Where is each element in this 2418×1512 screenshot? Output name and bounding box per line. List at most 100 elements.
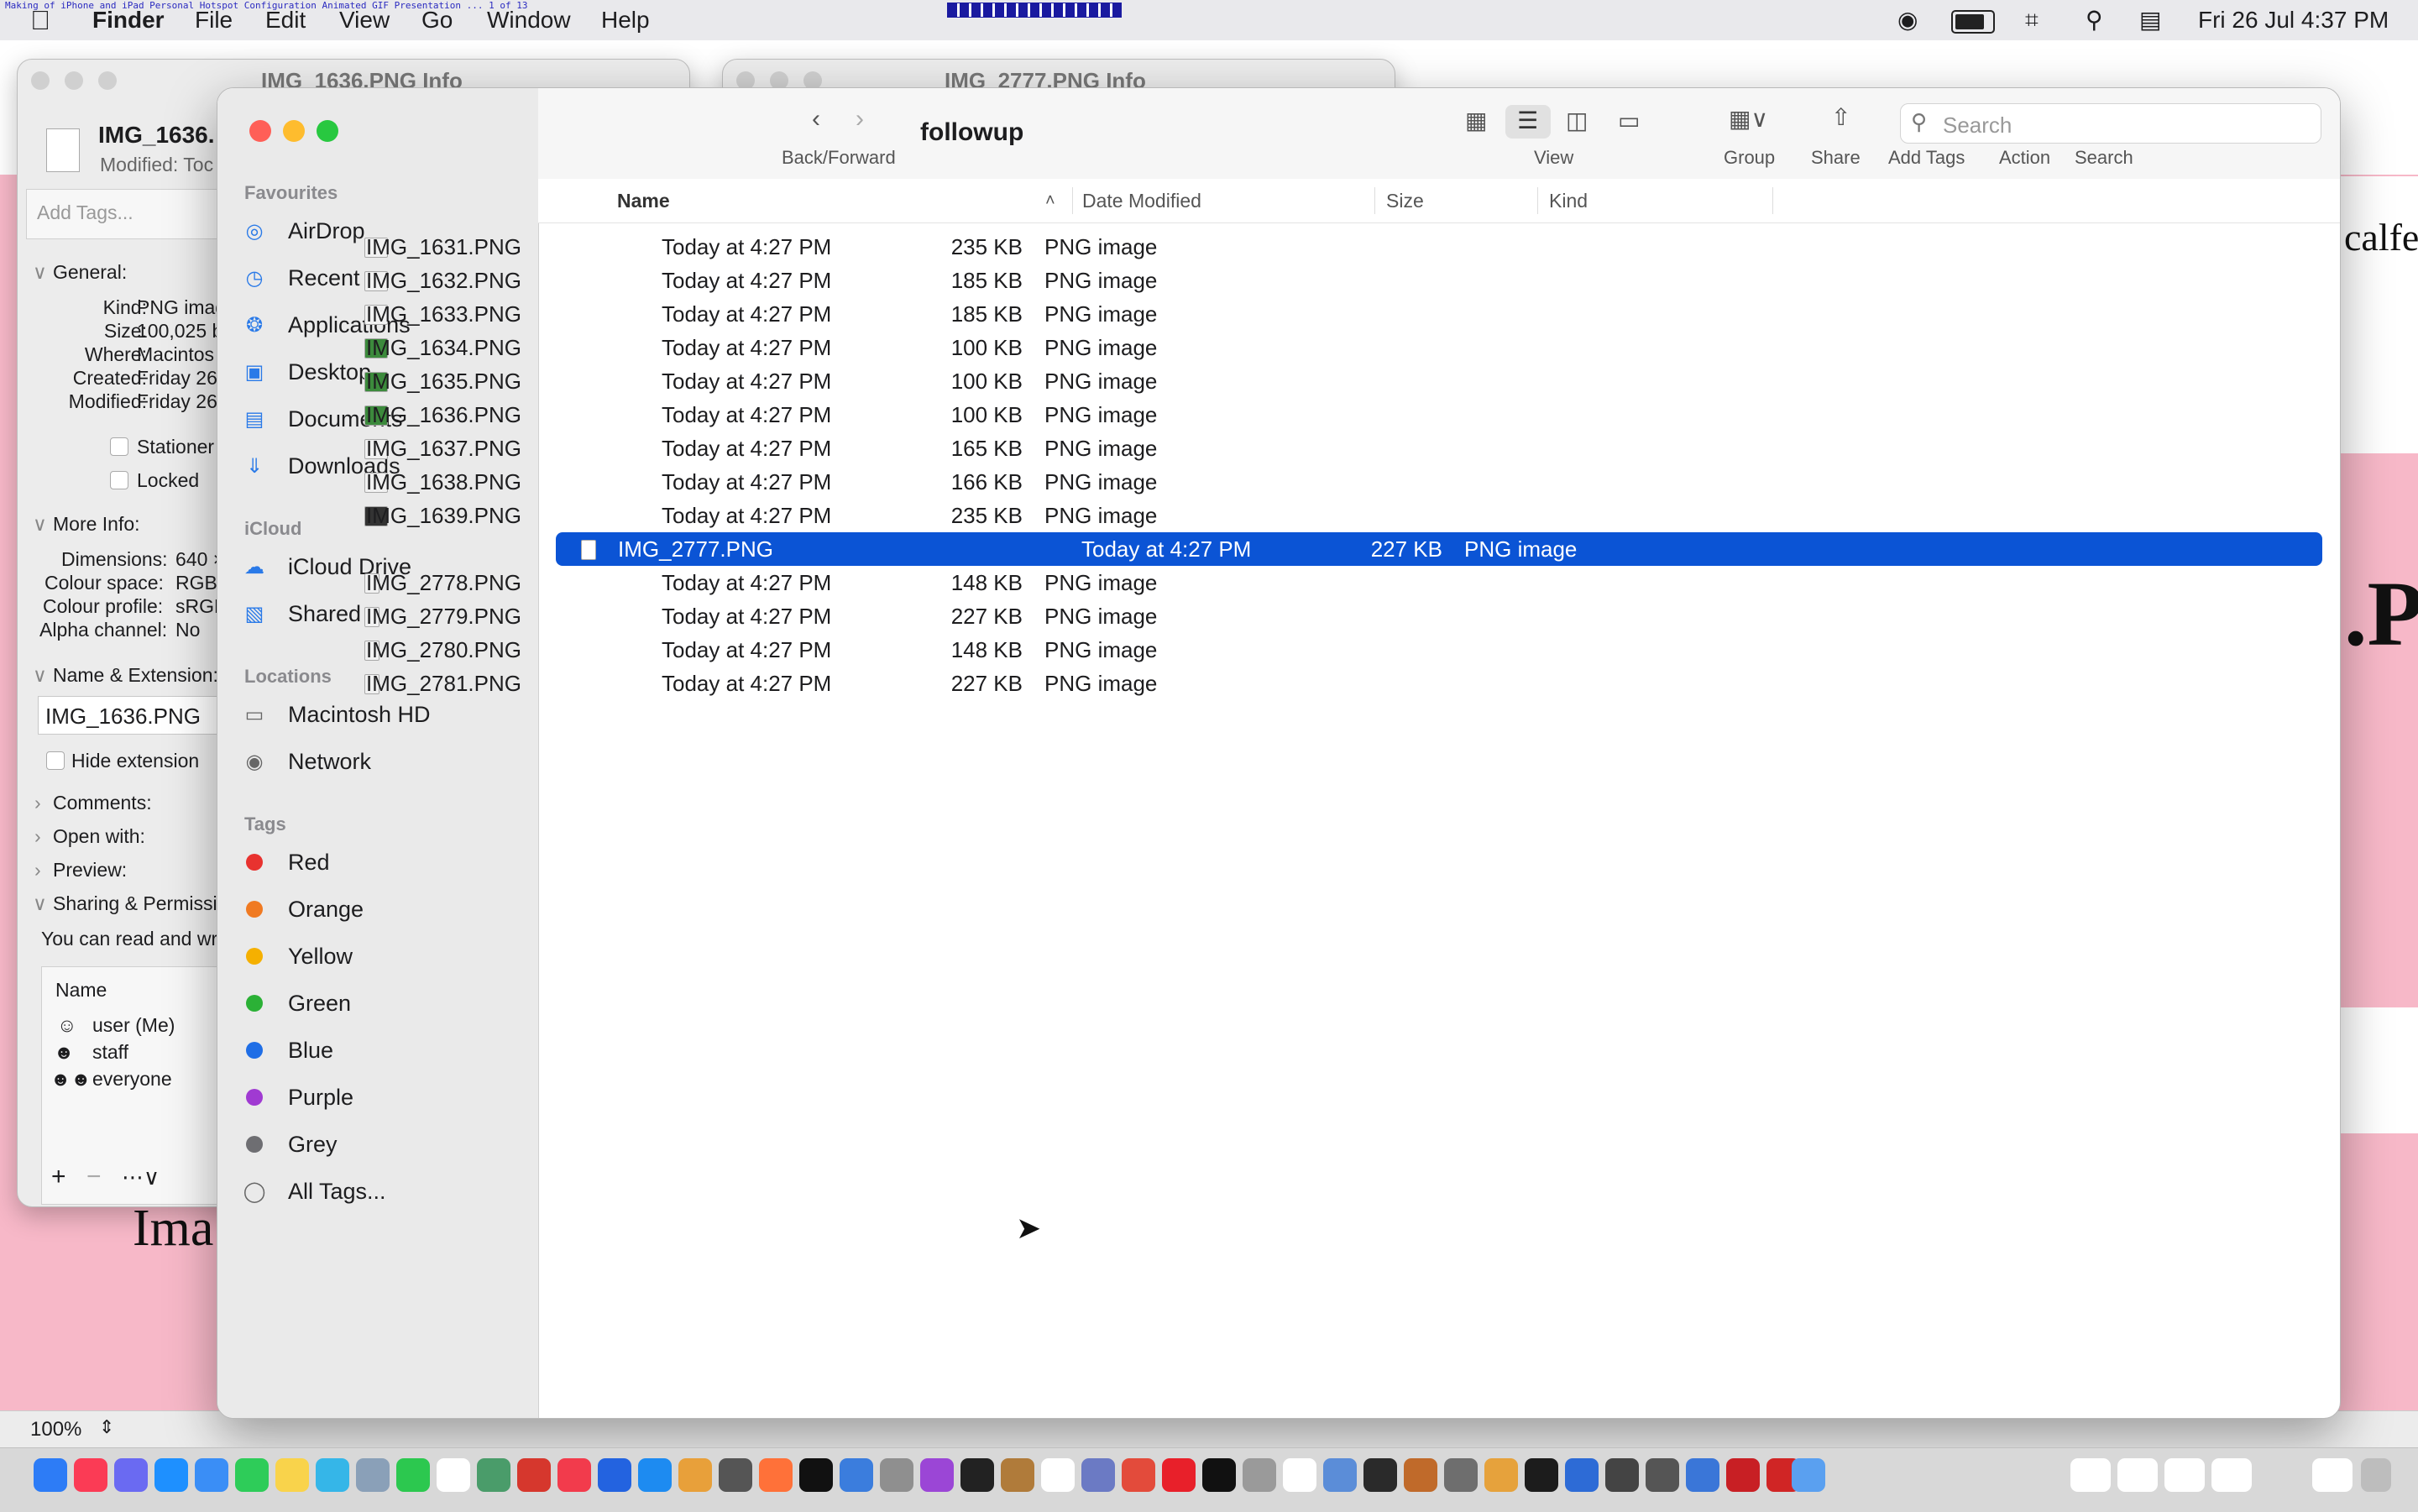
zoom-level[interactable]: 100%: [30, 1418, 81, 1441]
table-row[interactable]: IMG_1637.PNG Today at 4:27 PM 165 KB PNG im…: [339, 432, 2106, 465]
open-with-section-header[interactable]: Open with:: [53, 825, 145, 848]
disclosure-icon[interactable]: ∨: [33, 892, 47, 915]
table-row[interactable]: IMG_1639.PNG Today at 4:27 PM 235 KB PNG im…: [339, 499, 2106, 532]
column-separator[interactable]: [1374, 187, 1375, 214]
app-dock-icon[interactable]: [1565, 1458, 1599, 1492]
forward-button[interactable]: ›: [856, 105, 864, 133]
photos-dock-icon[interactable]: [678, 1458, 712, 1492]
folder-dock-icon[interactable]: [1792, 1458, 1825, 1492]
control-centre-icon[interactable]: ▤: [2139, 4, 2161, 36]
calculator-dock-icon[interactable]: [1243, 1458, 1276, 1492]
menu-app-finder[interactable]: Finder: [92, 4, 165, 36]
messages-dock-icon[interactable]: [235, 1458, 269, 1492]
bbedit-dock-icon[interactable]: [1081, 1458, 1115, 1492]
disclosure-icon[interactable]: ∨: [33, 664, 47, 687]
zoom-dock-icon[interactable]: [598, 1458, 631, 1492]
sidebar-tag-red[interactable]: Red: [243, 840, 520, 884]
sidebar-item-network[interactable]: ◉ Network: [243, 740, 520, 783]
app-dock-icon[interactable]: [1525, 1458, 1558, 1492]
table-row-selected[interactable]: IMG_2777.PNG Today at 4:27 PM 227 KB PNG im…: [556, 532, 2322, 566]
opera-dock-icon[interactable]: [1162, 1458, 1196, 1492]
gallery-view-button[interactable]: ▭: [1618, 107, 1640, 134]
menu-view[interactable]: View: [339, 4, 390, 36]
app-dock-icon[interactable]: [1323, 1458, 1357, 1492]
permission-action-menu[interactable]: ⋯∨: [122, 1164, 160, 1190]
clock-datetime[interactable]: Fri 26 Jul 4:37 PM: [2198, 4, 2389, 36]
chevron-right-icon[interactable]: ›: [34, 825, 41, 848]
zoom-button[interactable]: [98, 71, 117, 90]
wifi-icon[interactable]: ⌗: [2025, 4, 2039, 36]
elephant-icon[interactable]: ◉: [1897, 4, 1918, 36]
locked-checkbox[interactable]: [110, 471, 128, 489]
table-row[interactable]: IMG_1635.PNG Today at 4:27 PM 100 KB PNG im…: [339, 364, 2106, 398]
sharing-section-header[interactable]: Sharing & Permissi: [53, 892, 217, 915]
chrome-dock-icon[interactable]: [1122, 1458, 1155, 1492]
list-view-button[interactable]: ☰: [1505, 105, 1551, 139]
column-header-kind[interactable]: Kind: [1549, 179, 1588, 222]
textedit-dock-icon[interactable]: [437, 1458, 470, 1492]
notes-dock-icon[interactable]: [275, 1458, 309, 1492]
back-button[interactable]: ‹: [812, 105, 820, 133]
facetime-dock-icon[interactable]: [396, 1458, 430, 1492]
window-thumbnail-dock-icon[interactable]: [2070, 1458, 2111, 1492]
safari-dock-icon[interactable]: [154, 1458, 188, 1492]
preview-section-header[interactable]: Preview:: [53, 859, 127, 882]
table-row[interactable]: IMG_2778.PNG Today at 4:27 PM 148 KB PNG im…: [339, 566, 2106, 599]
icon-view-button[interactable]: ▦: [1465, 107, 1487, 134]
name-extension-section-header[interactable]: Name & Extension:: [53, 664, 218, 687]
menu-edit[interactable]: Edit: [265, 4, 306, 36]
permission-row-staff[interactable]: staff: [92, 1041, 128, 1064]
disclosure-icon[interactable]: ∨: [33, 261, 47, 284]
permission-row-everyone[interactable]: everyone: [92, 1068, 172, 1091]
app-dock-icon[interactable]: [1001, 1458, 1034, 1492]
search-icon[interactable]: ⚲: [2086, 4, 2103, 36]
chevron-right-icon[interactable]: ›: [34, 859, 41, 882]
firefox-dock-icon[interactable]: [759, 1458, 793, 1492]
app-dock-icon[interactable]: [1686, 1458, 1719, 1492]
column-header-date-modified[interactable]: Date Modified: [1082, 179, 1201, 222]
table-row[interactable]: IMG_1636.PNG Today at 4:27 PM 100 KB PNG im…: [339, 398, 2106, 432]
table-row[interactable]: IMG_1638.PNG Today at 4:27 PM 166 KB PNG im…: [339, 465, 2106, 499]
sidebar-tag-orange[interactable]: Orange: [243, 887, 520, 931]
comments-section-header[interactable]: Comments:: [53, 792, 152, 814]
general-section-header[interactable]: General:: [53, 261, 127, 284]
stationery-checkbox[interactable]: [110, 437, 128, 456]
window-thumbnail-dock-icon[interactable]: [2312, 1458, 2353, 1492]
share-icon[interactable]: ⇧: [1831, 103, 1850, 131]
window-thumbnail-dock-icon[interactable]: [2211, 1458, 2252, 1492]
table-row[interactable]: IMG_2779.PNG Today at 4:27 PM 227 KB PNG im…: [339, 599, 2106, 633]
chevron-right-icon[interactable]: ›: [34, 792, 41, 814]
permission-row-user[interactable]: user (Me): [92, 1014, 175, 1037]
table-row[interactable]: IMG_1633.PNG Today at 4:27 PM 185 KB PNG im…: [339, 297, 2106, 331]
window-thumbnail-dock-icon[interactable]: [2164, 1458, 2205, 1492]
app-dock-icon[interactable]: [960, 1458, 994, 1492]
column-header-size[interactable]: Size: [1386, 179, 1424, 222]
battery-icon[interactable]: [1951, 10, 1995, 34]
sort-ascending-icon[interactable]: ˄: [1045, 179, 1055, 222]
apple-menu-icon[interactable]: : [30, 4, 50, 36]
menu-file[interactable]: File: [195, 4, 233, 36]
column-view-button[interactable]: ◫: [1566, 107, 1588, 134]
news-dock-icon[interactable]: [557, 1458, 591, 1492]
app-dock-icon[interactable]: [1283, 1458, 1316, 1492]
sidebar-tag-grey[interactable]: Grey: [243, 1122, 520, 1166]
app-dock-icon[interactable]: [477, 1458, 510, 1492]
app-dock-icon[interactable]: [1404, 1458, 1437, 1492]
minimize-button[interactable]: [65, 71, 83, 90]
search-input[interactable]: ⚲ Search: [1900, 103, 2321, 144]
column-separator[interactable]: [1072, 187, 1073, 214]
zoom-stepper-icon[interactable]: ⇕: [99, 1416, 114, 1438]
hide-extension-checkbox[interactable]: [46, 751, 65, 770]
app-dock-icon[interactable]: [880, 1458, 913, 1492]
column-separator[interactable]: [1772, 187, 1773, 214]
app-dock-icon[interactable]: [356, 1458, 390, 1492]
table-row[interactable]: IMG_1631.PNG Today at 4:27 PM 235 KB PNG im…: [339, 230, 2106, 264]
disclosure-icon[interactable]: ∨: [33, 513, 47, 536]
app-dock-icon[interactable]: [1363, 1458, 1397, 1492]
menu-window[interactable]: Window: [487, 4, 571, 36]
app-store-dock-icon[interactable]: [638, 1458, 672, 1492]
filezilla-dock-icon[interactable]: [517, 1458, 551, 1492]
table-row[interactable]: IMG_2780.PNG Today at 4:27 PM 148 KB PNG im…: [339, 633, 2106, 667]
sidebar-tag-green[interactable]: Green: [243, 981, 520, 1025]
app-dock-icon[interactable]: [719, 1458, 752, 1492]
